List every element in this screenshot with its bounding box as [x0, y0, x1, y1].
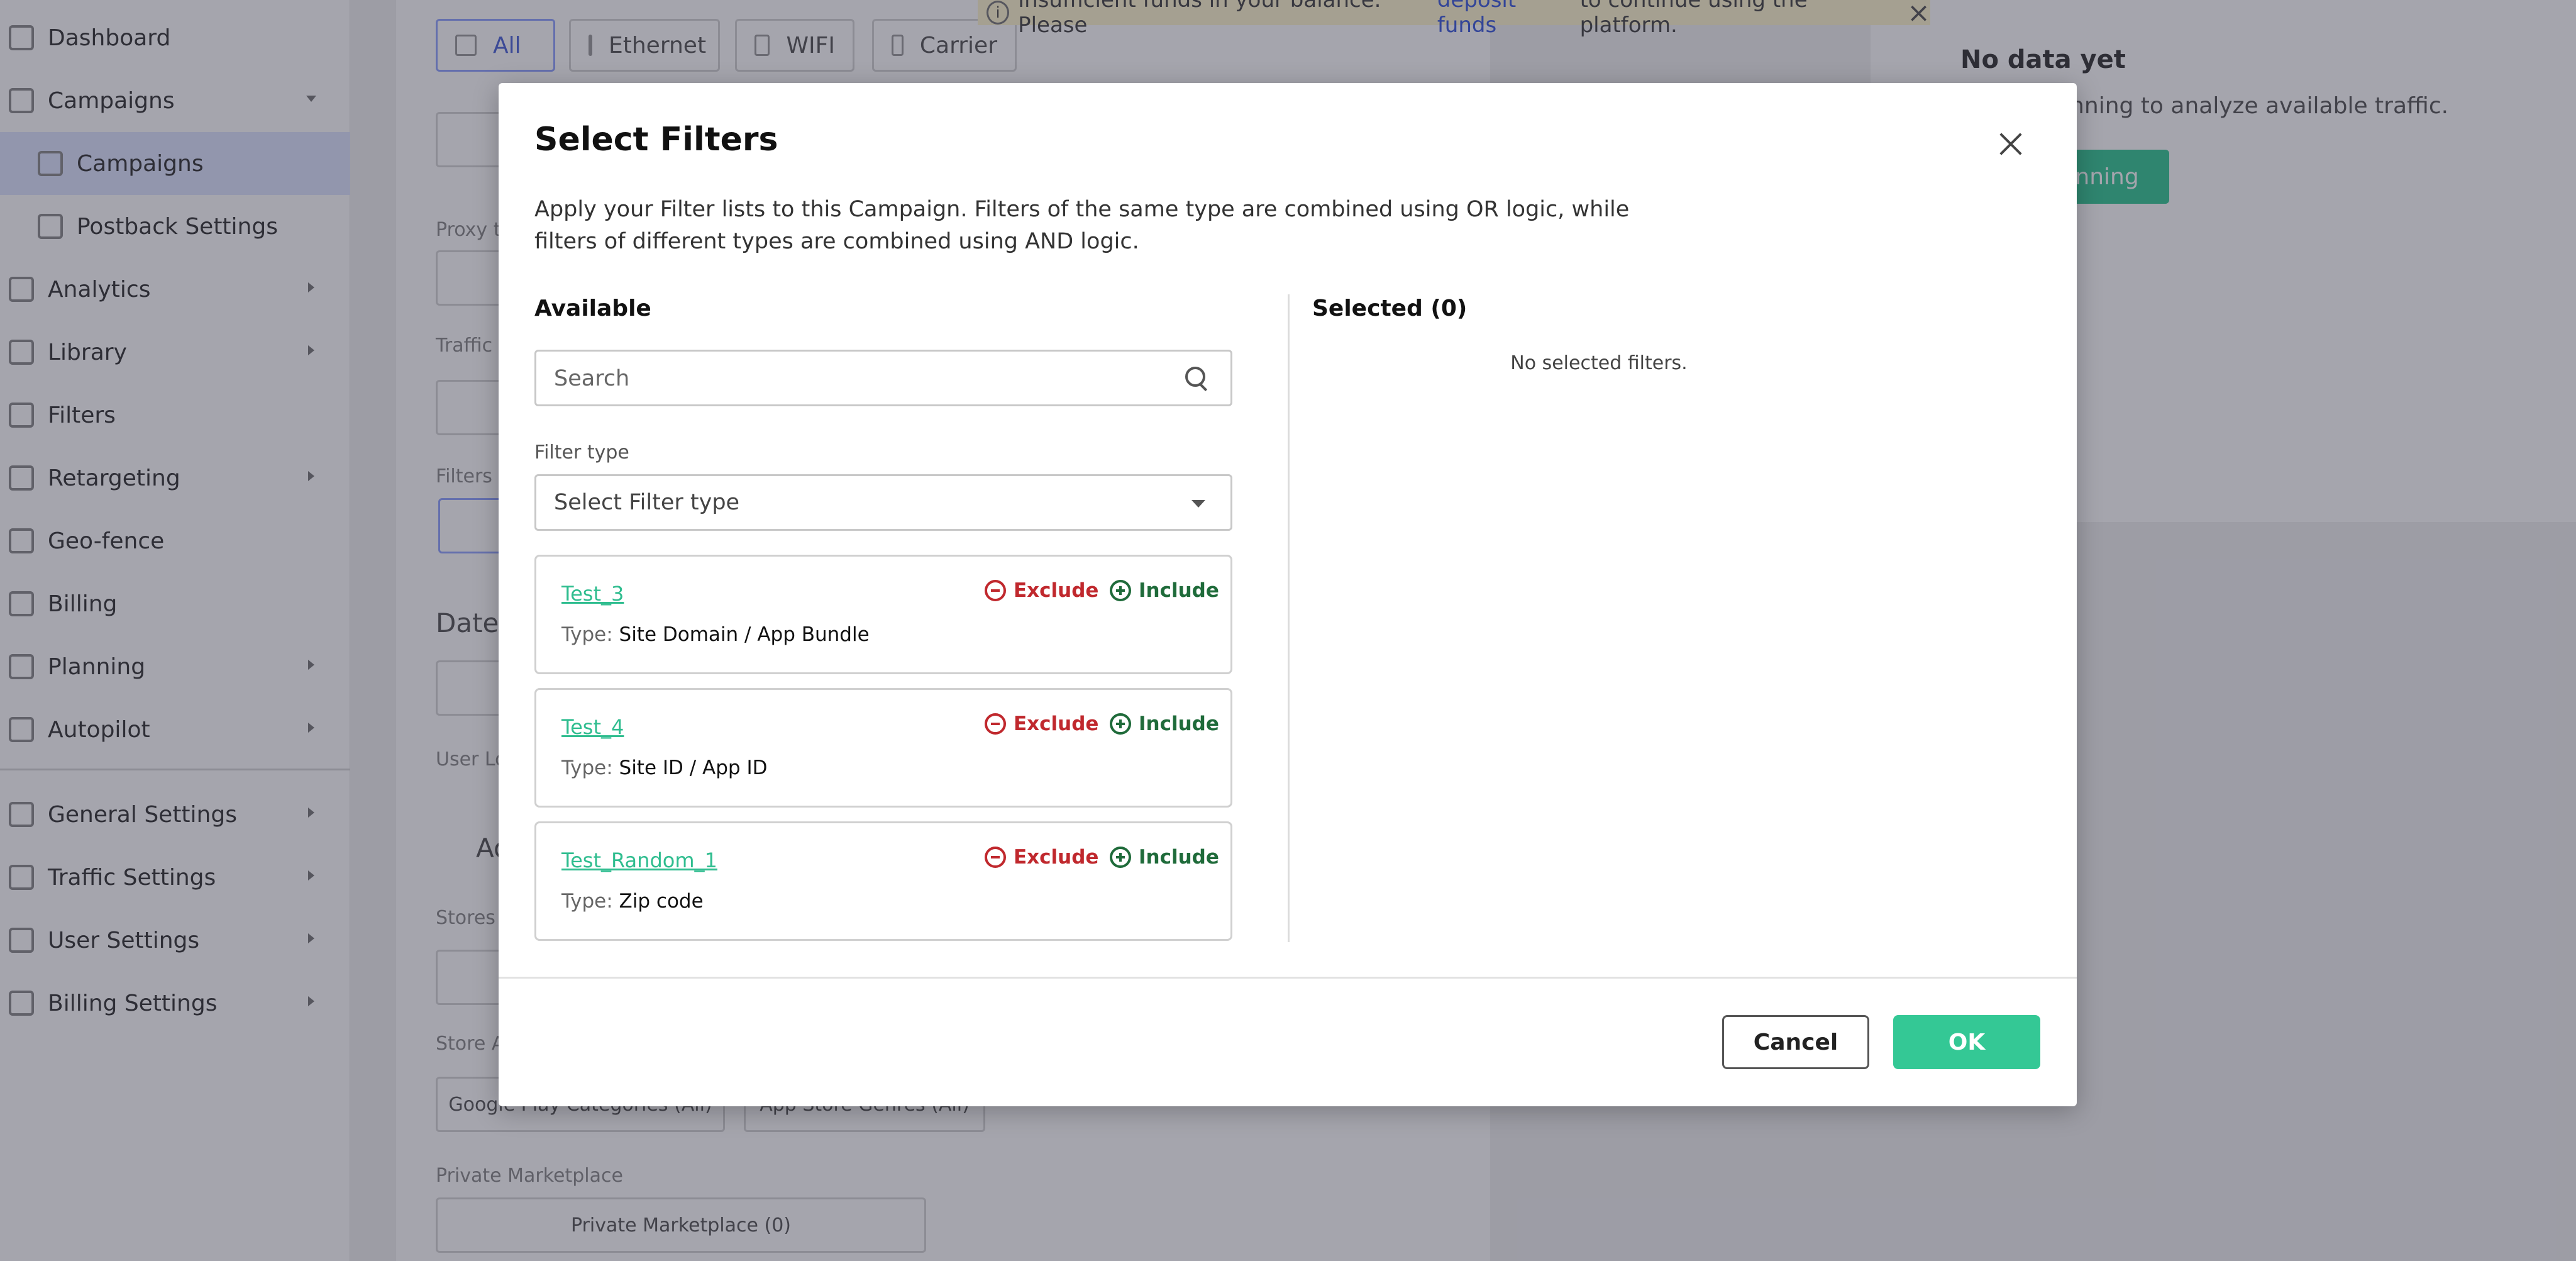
- exclude-button[interactable]: Exclude: [985, 579, 1098, 602]
- cancel-button[interactable]: Cancel: [1722, 1015, 1869, 1069]
- filter-card: Test_4 Exclude Include Type: Site ID / A…: [534, 688, 1232, 808]
- filter-type-placeholder: Select Filter type: [554, 490, 740, 515]
- caret-down-icon: [1191, 500, 1205, 508]
- exclude-label: Exclude: [1014, 579, 1099, 602]
- exclude-label: Exclude: [1014, 713, 1099, 735]
- type-key: Type:: [561, 757, 613, 779]
- filter-card: Test_Random_1 Exclude Include Type: Zip …: [534, 821, 1232, 941]
- filter-type: Type: Site Domain / App Bundle: [561, 623, 870, 646]
- filter-name-link[interactable]: Test_4: [561, 715, 624, 739]
- plus-circle-icon: [1110, 847, 1131, 868]
- filter-type: Type: Site ID / App ID: [561, 757, 767, 779]
- minus-circle-icon: [985, 713, 1006, 735]
- plus-circle-icon: [1110, 713, 1131, 735]
- type-value: Site ID / App ID: [619, 757, 768, 779]
- type-key: Type:: [561, 890, 613, 913]
- search-input[interactable]: [554, 363, 1170, 394]
- filter-type: Type: Zip code: [561, 890, 704, 913]
- type-key: Type:: [561, 623, 613, 646]
- type-value: Site Domain / App Bundle: [619, 623, 870, 646]
- type-value: Zip code: [619, 890, 704, 913]
- filter-type-select[interactable]: Select Filter type: [534, 474, 1232, 531]
- filter-name-link[interactable]: Test_Random_1: [561, 848, 717, 872]
- include-button[interactable]: Include: [1110, 579, 1219, 602]
- include-label: Include: [1139, 846, 1219, 869]
- no-selected-message: No selected filters.: [1510, 352, 1688, 374]
- modal-description: Apply your Filter lists to this Campaign…: [534, 197, 1630, 254]
- plus-circle-icon: [1110, 580, 1131, 601]
- minus-circle-icon: [985, 580, 1006, 601]
- exclude-label: Exclude: [1014, 846, 1099, 869]
- available-title: Available: [534, 296, 651, 321]
- filter-card: Test_3 Exclude Include Type: Site Domain…: [534, 555, 1232, 674]
- column-divider: [1288, 294, 1290, 942]
- filter-name-link[interactable]: Test_3: [561, 582, 624, 606]
- select-filters-modal: Select Filters Apply your Filter lists t…: [499, 83, 2077, 1106]
- include-label: Include: [1139, 713, 1219, 735]
- filter-type-label: Filter type: [534, 442, 629, 464]
- ok-button[interactable]: OK: [1893, 1015, 2040, 1069]
- selected-title: Selected (0): [1312, 296, 1468, 321]
- search-icon[interactable]: [1184, 365, 1212, 393]
- include-label: Include: [1139, 579, 1219, 602]
- minus-circle-icon: [985, 847, 1006, 868]
- exclude-button[interactable]: Exclude: [985, 846, 1098, 869]
- footer-divider: [499, 977, 2077, 979]
- close-icon[interactable]: [1995, 128, 2026, 160]
- include-button[interactable]: Include: [1110, 713, 1219, 735]
- exclude-button[interactable]: Exclude: [985, 713, 1098, 735]
- modal-title: Select Filters: [534, 121, 778, 158]
- search-field[interactable]: [534, 350, 1232, 406]
- include-button[interactable]: Include: [1110, 846, 1219, 869]
